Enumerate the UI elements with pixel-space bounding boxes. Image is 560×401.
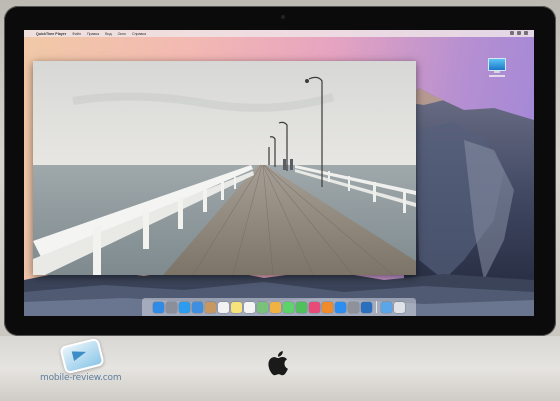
calendar-icon[interactable]: [218, 301, 229, 313]
ibooks-icon[interactable]: [322, 301, 333, 313]
menu-item-file[interactable]: Файл: [72, 32, 81, 36]
maps-icon[interactable]: [257, 301, 268, 313]
facetime-icon[interactable]: [296, 301, 307, 313]
dock-separator: [376, 301, 377, 313]
menu-status-area: [510, 31, 528, 35]
itunes-icon[interactable]: [309, 301, 320, 313]
photos-icon[interactable]: [270, 301, 281, 313]
display-stand: [494, 71, 500, 73]
menu-item-view[interactable]: Вид: [105, 32, 112, 36]
menu-app-name[interactable]: QuickTime Player: [36, 32, 66, 36]
messages-icon[interactable]: [283, 301, 294, 313]
downloads-folder-icon[interactable]: [381, 301, 392, 313]
desktop-screen: QuickTime Player Файл Правка Вид Окно Сп…: [24, 30, 534, 316]
finder-icon[interactable]: [153, 301, 164, 313]
display-icon: [488, 58, 506, 71]
menu-bar: QuickTime Player Файл Правка Вид Окно Сп…: [24, 30, 534, 37]
pier-photo: [33, 61, 416, 275]
launchpad-icon[interactable]: [166, 301, 177, 313]
watermark: mobile-review.com: [40, 336, 128, 386]
menu-item-edit[interactable]: Правка: [87, 32, 99, 36]
imac-monitor: QuickTime Player Файл Правка Вид Окно Сп…: [0, 0, 560, 401]
contacts-icon[interactable]: [205, 301, 216, 313]
spotlight-icon[interactable]: [524, 31, 528, 35]
dock: [142, 298, 416, 316]
camera-icon: [281, 15, 285, 19]
desktop-drive-icon[interactable]: [486, 58, 508, 80]
mail-icon[interactable]: [192, 301, 203, 313]
watermark-logo: [59, 337, 105, 375]
notes-icon[interactable]: [231, 301, 242, 313]
desktop-icon-label: [489, 75, 505, 77]
trash-icon[interactable]: [394, 301, 405, 313]
battery-icon[interactable]: [517, 31, 521, 35]
apple-logo-icon: [268, 351, 288, 376]
reminders-icon[interactable]: [244, 301, 255, 313]
wifi-icon[interactable]: [510, 31, 514, 35]
quicktime-icon[interactable]: [361, 301, 372, 313]
watermark-text: mobile-review.com: [40, 373, 122, 383]
menu-item-help[interactable]: Справка: [132, 32, 146, 36]
preferences-icon[interactable]: [348, 301, 359, 313]
photo-viewer-window[interactable]: [33, 61, 416, 275]
appstore-icon[interactable]: [335, 301, 346, 313]
menu-item-window[interactable]: Окно: [118, 32, 126, 36]
safari-icon[interactable]: [179, 301, 190, 313]
